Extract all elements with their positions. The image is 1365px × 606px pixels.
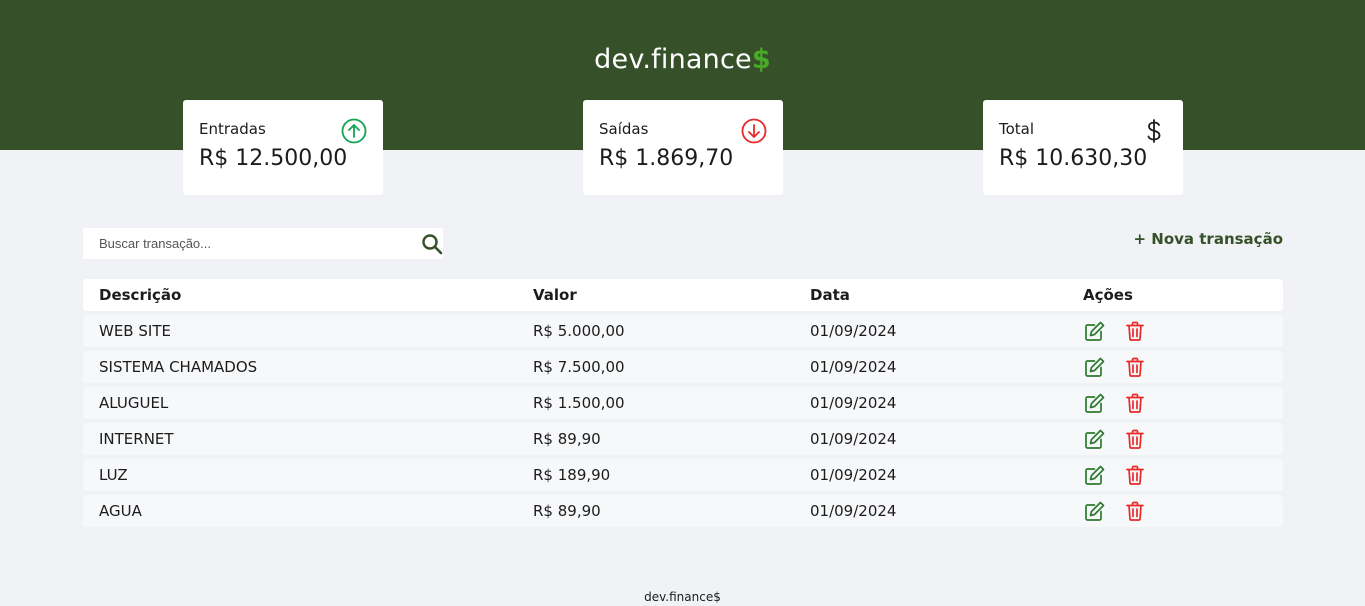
arrow-down-circle-icon — [741, 118, 767, 144]
search-box — [83, 228, 443, 259]
new-transaction-button[interactable]: + Nova transação — [1133, 230, 1283, 248]
total-card: Total R$ 10.630,30 — [983, 100, 1183, 195]
income-label: Entradas — [199, 120, 266, 138]
trash-icon[interactable] — [1124, 320, 1146, 342]
row-description: WEB SITE — [99, 322, 171, 340]
trash-icon[interactable] — [1124, 428, 1146, 450]
row-amount: R$ 89,90 — [533, 430, 601, 448]
row-amount: R$ 5.000,00 — [533, 322, 625, 340]
row-description: LUZ — [99, 466, 128, 484]
total-label: Total — [999, 120, 1035, 138]
logo: dev.finance$ — [0, 44, 1365, 75]
header-date: Data — [810, 286, 850, 304]
row-amount: R$ 189,90 — [533, 466, 611, 484]
edit-icon[interactable] — [1084, 464, 1106, 486]
income-card: Entradas R$ 12.500,00 — [183, 100, 383, 195]
trash-icon[interactable] — [1124, 500, 1146, 522]
logo-accent: $ — [751, 44, 771, 75]
total-value: R$ 10.630,30 — [999, 146, 1148, 171]
table-row: INTERNET R$ 89,90 01/09/2024 — [83, 423, 1283, 455]
table-row: LUZ R$ 189,90 01/09/2024 — [83, 459, 1283, 491]
table-row: ALUGUEL R$ 1.500,00 01/09/2024 — [83, 387, 1283, 419]
row-date: 01/09/2024 — [810, 466, 897, 484]
row-description: AGUA — [99, 502, 142, 520]
edit-icon[interactable] — [1084, 320, 1106, 342]
search-input[interactable] — [83, 228, 413, 259]
row-description: ALUGUEL — [99, 394, 169, 412]
row-amount: R$ 1.500,00 — [533, 394, 625, 412]
trash-icon[interactable] — [1124, 392, 1146, 414]
expense-card: Saídas R$ 1.869,70 — [583, 100, 783, 195]
row-date: 01/09/2024 — [810, 430, 897, 448]
row-description: INTERNET — [99, 430, 174, 448]
table-row: SISTEMA CHAMADOS R$ 7.500,00 01/09/2024 — [83, 351, 1283, 383]
footer: dev.finance$ — [644, 590, 721, 604]
table-header: Descrição Valor Data Ações — [83, 279, 1283, 311]
row-date: 01/09/2024 — [810, 502, 897, 520]
header-amount: Valor — [533, 286, 577, 304]
row-date: 01/09/2024 — [810, 322, 897, 340]
row-amount: R$ 7.500,00 — [533, 358, 625, 376]
arrow-up-circle-icon — [341, 118, 367, 144]
table-row: AGUA R$ 89,90 01/09/2024 — [83, 495, 1283, 527]
row-date: 01/09/2024 — [810, 394, 897, 412]
search-icon[interactable] — [421, 233, 443, 255]
transactions-table: Descrição Valor Data Ações WEB SITE R$ 5.… — [83, 279, 1283, 531]
edit-icon[interactable] — [1084, 356, 1106, 378]
edit-icon[interactable] — [1084, 428, 1106, 450]
dollar-icon — [1147, 119, 1161, 143]
income-value: R$ 12.500,00 — [199, 146, 348, 171]
header-actions: Ações — [1083, 286, 1133, 304]
trash-icon[interactable] — [1124, 356, 1146, 378]
edit-icon[interactable] — [1084, 392, 1106, 414]
row-description: SISTEMA CHAMADOS — [99, 358, 258, 376]
expense-value: R$ 1.869,70 — [599, 146, 734, 171]
row-date: 01/09/2024 — [810, 358, 897, 376]
logo-text: dev.finance — [594, 44, 752, 75]
table-row: WEB SITE R$ 5.000,00 01/09/2024 — [83, 315, 1283, 347]
trash-icon[interactable] — [1124, 464, 1146, 486]
header-description: Descrição — [99, 286, 182, 304]
row-amount: R$ 89,90 — [533, 502, 601, 520]
expense-label: Saídas — [599, 120, 649, 138]
edit-icon[interactable] — [1084, 500, 1106, 522]
